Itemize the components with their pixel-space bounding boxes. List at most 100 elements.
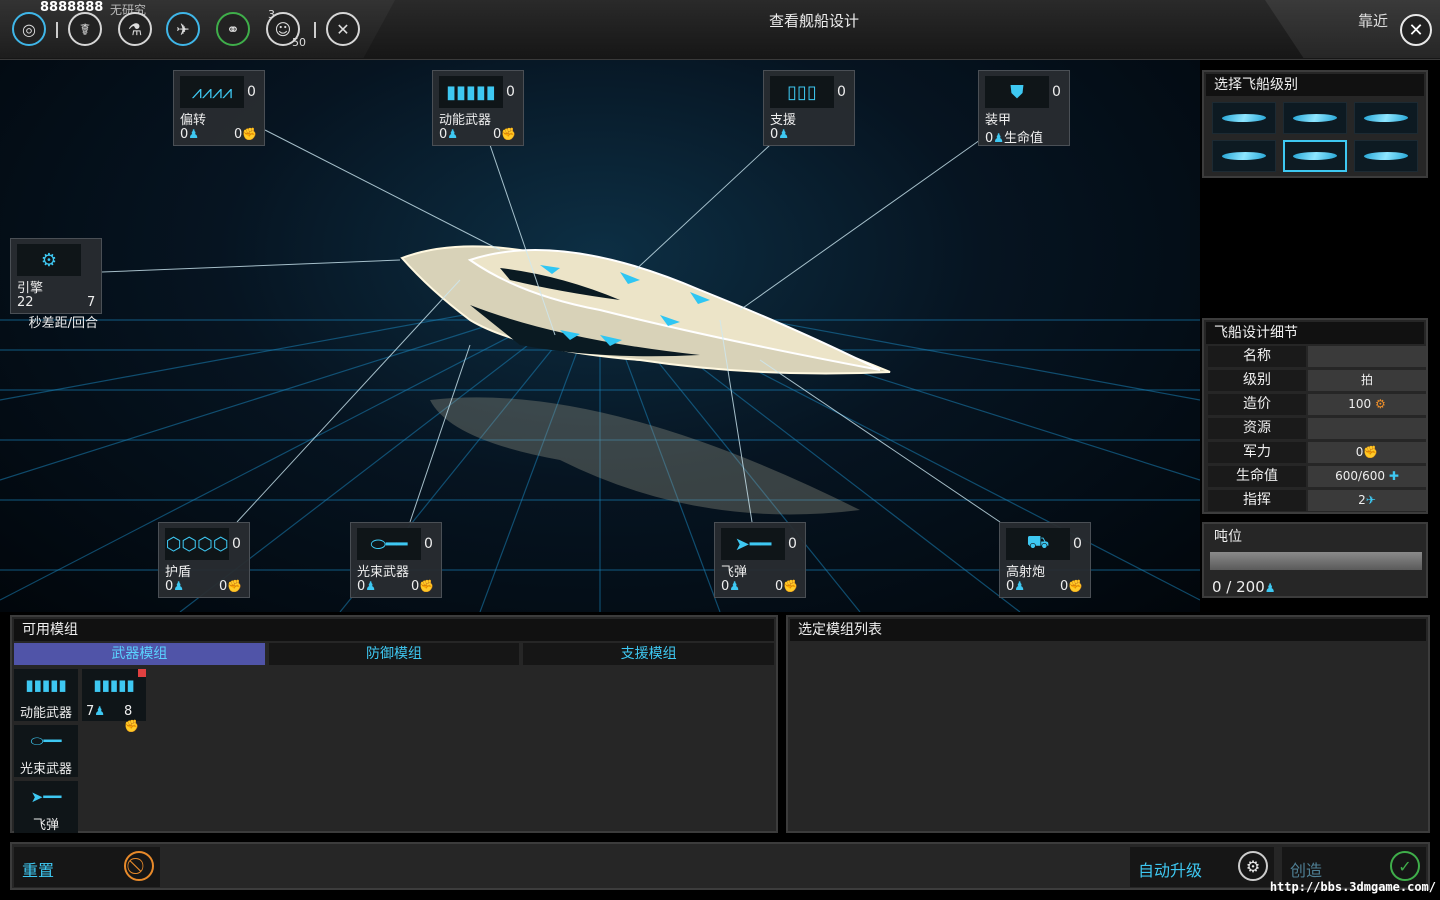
ship-icon [1362, 114, 1410, 122]
slot-crew: 0♟ [1006, 579, 1026, 594]
slot-shield[interactable]: ⬡⬡⬡⬡ 0 护盾 0♟ 0✊ [158, 522, 250, 598]
detail-row-resource: 资源 [1208, 418, 1426, 439]
slot-count: 0 [1052, 84, 1061, 100]
engine-speed: 22 [17, 295, 34, 310]
ship-class-option[interactable] [1354, 140, 1418, 172]
ship-name-field[interactable] [1308, 346, 1426, 367]
ship-class-option[interactable] [1283, 102, 1347, 134]
watermark: http://bbs.3dmgame.com/ [1269, 880, 1436, 894]
ship-class-option[interactable] [1283, 140, 1347, 172]
close-icon[interactable]: ✕ [1400, 14, 1432, 46]
page-title: 查看舰船设计 [768, 12, 859, 30]
slot-name: 装甲 [985, 113, 1012, 128]
production-icon: ⚙ [1374, 397, 1386, 411]
kinetic-icon: ▮▮▮▮▮ [93, 676, 135, 694]
slot-name: 支援 [770, 113, 797, 128]
detail-row-hp: 生命值 600/600 ✚ [1208, 466, 1426, 487]
available-modules-panel: 可用模组 武器模组 防御模组 支援模组 ▮▮▮▮▮ 动能武器 ▮▮▮▮▮ 7♟ … [10, 615, 778, 833]
panel-title: 飞船设计细节 [1206, 322, 1424, 344]
beam-icon: ⬭━━ [30, 732, 62, 750]
engine-unit: 秒差距/回合 [28, 316, 98, 331]
ship-icon [1291, 152, 1339, 160]
panel-title: 选择飞船级别 [1206, 74, 1424, 96]
slot-power: 0✊ [411, 579, 435, 594]
panel-title: 吨位 [1214, 529, 1242, 545]
panel-title: 选定模组列表 [790, 619, 1426, 641]
slot-count: 0 [837, 84, 846, 100]
slot-name: 高射炮 [1006, 565, 1046, 580]
detail-row-cost: 造价 100 ⚙ [1208, 394, 1426, 415]
slot-armor[interactable]: ⛊ 0 装甲 0♟生命值 [978, 70, 1070, 146]
power-icon: ✊ [1363, 445, 1379, 459]
module-missile[interactable]: ➤━━ 飞弹 [14, 781, 78, 833]
module-beam[interactable]: ⬭━━ 光束武器 [14, 725, 78, 777]
tab-weapon-modules[interactable]: 武器模组 [14, 643, 265, 665]
tab-support-modules[interactable]: 支援模组 [523, 643, 775, 665]
slot-power: 0✊ [1060, 579, 1084, 594]
slot-count: 0 [506, 84, 515, 100]
support-icon: ▯▯▯ [770, 76, 834, 108]
slot-crew: 0♟ [770, 127, 790, 142]
slot-name: 偏转 [180, 113, 207, 128]
ship-icon [1362, 152, 1410, 160]
slot-name: 引擎 [17, 281, 44, 296]
kinetic-icon: ▮▮▮▮▮ [25, 676, 67, 694]
tab-defense-modules[interactable]: 防御模组 [268, 643, 520, 665]
cancel-icon: ⃠ [124, 851, 154, 881]
detail-row-name: 名称 [1208, 346, 1426, 367]
zoom-label[interactable]: 靠近 [1358, 10, 1388, 31]
ship-class-option[interactable] [1212, 140, 1276, 172]
slot-name: 护盾 [165, 565, 192, 580]
slot-power: 0✊ [234, 127, 258, 142]
ship-icon [1220, 152, 1268, 160]
armor-icon: ⛊ [985, 76, 1049, 108]
gear-icon: ⚙ [1238, 851, 1268, 881]
slot-support[interactable]: ▯▯▯ 0 支援 0♟ [763, 70, 855, 146]
kinetic-icon: ▮▮▮▮▮ [439, 76, 503, 108]
slot-crew: 0♟ [165, 579, 185, 594]
deflect-icon: ⩘⩘⩘⩘ [180, 76, 244, 108]
ship-class-option[interactable] [1354, 102, 1418, 134]
reset-button[interactable]: 重置 ⃠ [14, 847, 160, 887]
missile-icon: ➤━━ [30, 788, 62, 806]
ship-class-grid [1212, 102, 1418, 172]
beam-icon: ⬭━━ [357, 528, 421, 560]
module-kinetic-upgrade[interactable]: ▮▮▮▮▮ 7♟ 8✊ [82, 669, 146, 733]
engine-icon: ⚙ [17, 244, 81, 276]
slot-count: 0 [424, 536, 433, 552]
shield-icon: ⬡⬡⬡⬡ [165, 528, 229, 560]
selected-modules-panel: 选定模组列表 [786, 615, 1430, 833]
slot-kinetic[interactable]: ▮▮▮▮▮ 0 动能武器 0♟ 0✊ [432, 70, 524, 146]
slot-count: 0 [247, 84, 256, 100]
auto-upgrade-button[interactable]: 自动升级 ⚙ [1130, 847, 1274, 887]
module-kinetic[interactable]: ▮▮▮▮▮ 动能武器 [14, 669, 78, 721]
slot-crew: 0♟ [721, 579, 741, 594]
ship-icon [1220, 114, 1268, 122]
badge-bottom: 50 [292, 36, 306, 49]
ship-detail-panel: 飞船设计细节 名称 级别 拍 造价 100 ⚙ 资源 军力 0✊ 生命值 600… [1202, 318, 1428, 514]
slot-name: 光束武器 [357, 565, 410, 580]
slot-artillery[interactable]: ⛟ 0 高射炮 0♟ 0✊ [999, 522, 1091, 598]
slot-crew: 0♟ [180, 127, 200, 142]
slot-name: 飞弹 [721, 565, 748, 580]
slot-beam[interactable]: ⬭━━ 0 光束武器 0♟ 0✊ [350, 522, 442, 598]
module-tabs: 武器模组 防御模组 支援模组 [14, 643, 775, 665]
slot-deflect[interactable]: ⩘⩘⩘⩘ 0 偏转 0♟ 0✊ [173, 70, 265, 146]
ship-class-option[interactable] [1212, 102, 1276, 134]
check-icon: ✓ [1390, 851, 1420, 881]
action-bar: 重置 ⃠ 自动升级 ⚙ 创造 ✓ [10, 842, 1430, 890]
engine-value: 7 [87, 295, 96, 310]
detail-row-military: 军力 0✊ [1208, 442, 1426, 463]
ship-class-panel: 选择飞船级别 [1202, 70, 1428, 178]
slot-count: 0 [788, 536, 797, 552]
top-bar: 8888888 无研究 ◎ ☤ ⚗ ✈ ⚭ ☺ 3 50 ✕ 查看舰船设计 靠近… [0, 0, 1440, 60]
slot-missile[interactable]: ➤━━ 0 飞弹 0♟ 0✊ [714, 522, 806, 598]
slot-engine[interactable]: ⚙ 引擎 22 7 [10, 238, 102, 314]
slot-power: 0✊ [775, 579, 799, 594]
detail-row-class: 级别 拍 [1208, 370, 1426, 391]
new-flag [138, 669, 146, 677]
health-icon: ✚ [1388, 469, 1399, 483]
slot-crew: 0♟生命值 [985, 131, 1044, 146]
slot-power: 0✊ [493, 127, 517, 142]
tonnage-value: 0 / 200♟ [1212, 578, 1276, 596]
